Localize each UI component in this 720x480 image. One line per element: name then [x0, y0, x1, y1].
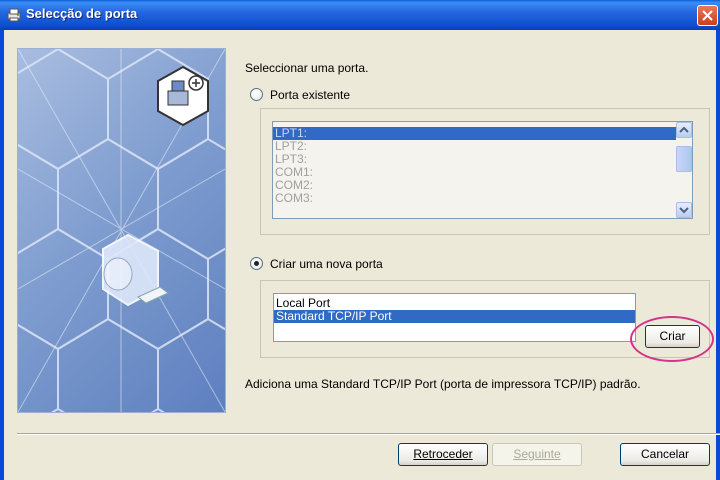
new-port-type-list[interactable]: Local Port Standard TCP/IP Port — [273, 293, 636, 342]
vertical-scrollbar[interactable] — [676, 122, 692, 218]
close-icon — [702, 10, 713, 21]
network-icon — [157, 65, 209, 127]
close-button[interactable] — [697, 5, 718, 26]
select-port-prompt: Seleccionar uma porta. — [245, 61, 369, 75]
list-item[interactable]: Standard TCP/IP Port — [274, 310, 635, 323]
printer-port-illustration — [102, 233, 169, 307]
next-label: Seguinte — [513, 447, 561, 461]
create-button[interactable]: Criar — [645, 325, 700, 348]
next-button[interactable]: Seguinte — [492, 443, 582, 466]
list-item[interactable]: LPT1: — [273, 127, 692, 140]
scroll-up-button[interactable] — [676, 122, 692, 138]
list-item[interactable]: COM2: — [273, 179, 692, 192]
chevron-down-icon — [679, 207, 689, 214]
port-description: Adiciona uma Standard TCP/IP Port (porta… — [245, 377, 641, 391]
footer-separator — [17, 433, 720, 435]
scroll-down-button[interactable] — [676, 202, 692, 218]
list-item[interactable]: LPT3: — [273, 153, 692, 166]
back-button[interactable]: Retroceder — [398, 443, 488, 466]
radio-existing-port-label[interactable]: Porta existente — [270, 88, 350, 102]
existing-port-list[interactable]: LPT1: LPT2: LPT3: COM1: COM2: COM3: — [272, 121, 693, 219]
wizard-banner-image — [17, 48, 226, 413]
back-label: Retroceder — [413, 447, 473, 461]
list-item[interactable]: COM3: — [273, 192, 692, 205]
chevron-up-icon — [679, 126, 689, 133]
list-item[interactable]: COM1: — [273, 166, 692, 179]
port-selection-dialog: Selecção de porta Seleccionar uma porta.… — [0, 0, 720, 480]
radio-existing-port[interactable] — [250, 88, 263, 101]
window-border-left — [0, 30, 4, 480]
cancel-button[interactable]: Cancelar — [620, 443, 710, 466]
scroll-thumb[interactable] — [676, 146, 692, 172]
printer-icon — [6, 7, 22, 23]
radio-new-port[interactable] — [250, 257, 263, 270]
title-bar[interactable]: Selecção de porta — [0, 0, 720, 30]
radio-new-port-label[interactable]: Criar uma nova porta — [270, 257, 383, 271]
list-item[interactable]: LPT2: — [273, 140, 692, 153]
window-title: Selecção de porta — [26, 6, 138, 21]
window-border-right — [716, 30, 720, 480]
